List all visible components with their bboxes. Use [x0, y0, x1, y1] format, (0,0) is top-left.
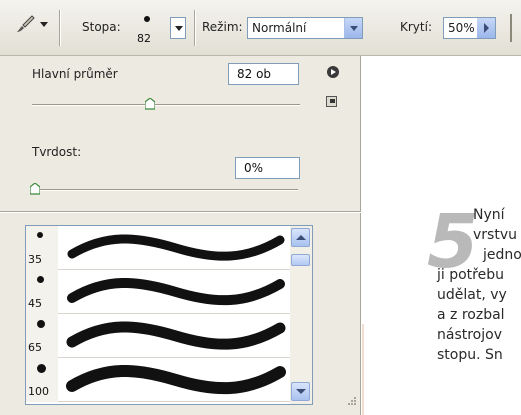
brush-stroke-preview: [67, 234, 285, 261]
hardness-field[interactable]: 0%: [235, 157, 300, 179]
diameter-value: 82 ob: [237, 67, 272, 81]
brush-tip-thumbnail: 35: [26, 226, 58, 270]
doc-text-line: vrstvu: [473, 227, 517, 243]
separator: [59, 10, 61, 46]
blend-mode-value: Normální: [252, 21, 307, 35]
stopa-label: Stopa:: [82, 20, 121, 34]
brush-preset-list[interactable]: 35 45 65 100: [25, 225, 313, 405]
scroll-thumb[interactable]: [291, 254, 310, 266]
diameter-field[interactable]: 82 ob: [228, 63, 299, 85]
brush-icon[interactable]: [14, 13, 36, 39]
options-bar: Stopa: 82 Režim: Normální Krytí: 50%: [0, 0, 521, 56]
brush-tip-thumbnail: 45: [26, 270, 58, 314]
doc-text-line: Nyní: [473, 207, 505, 223]
scrollbar[interactable]: [290, 226, 312, 404]
brush-tip-thumbnail: 100: [26, 358, 58, 402]
resize-grip-icon[interactable]: [343, 394, 357, 408]
brush-picker-panel: Hlavní průměr 82 ob Tvrdost: 0% 35 45 65 10…: [0, 56, 361, 415]
kryti-label: Krytí:: [400, 20, 432, 34]
doc-text-line: nástrojov: [437, 327, 502, 343]
brush-size-label: 35: [28, 253, 42, 266]
page-decoration: [362, 324, 364, 415]
scroll-up-button[interactable]: [291, 228, 310, 247]
panel-menu-icon[interactable]: [327, 66, 339, 78]
brush-tip-thumbnail: 65: [26, 314, 58, 358]
diameter-slider-thumb[interactable]: [144, 98, 155, 110]
divider: [0, 211, 361, 213]
hardness-label: Tvrdost:: [32, 145, 82, 159]
brush-preset-item[interactable]: 65: [26, 314, 290, 358]
brush-stroke-preview: [66, 364, 286, 395]
doc-text-line: jedno: [483, 247, 521, 263]
brush-tip-preview[interactable]: [144, 16, 150, 22]
brush-picker-button[interactable]: [170, 17, 186, 39]
brush-preset-item[interactable]: 35: [26, 226, 290, 270]
doc-text-line: stopu. Sn: [437, 347, 503, 363]
hardness-slider-track[interactable]: [30, 189, 298, 191]
rezim-label: Režim:: [202, 20, 243, 34]
opacity-flyout-button[interactable]: [477, 18, 495, 38]
opacity-value: 50%: [448, 21, 475, 35]
diameter-slider-track[interactable]: [32, 104, 300, 106]
tool-preset-dropdown[interactable]: [40, 22, 48, 27]
chevron-down-icon[interactable]: [344, 18, 362, 38]
brush-tip-dot: [37, 364, 46, 373]
brush-stroke-preview: [67, 277, 285, 306]
brush-size-label: 100: [28, 385, 49, 398]
separator: [510, 14, 512, 42]
brush-preset-item[interactable]: 45: [26, 270, 290, 314]
brush-preset-item[interactable]: 100: [26, 358, 290, 402]
hardness-slider-thumb[interactable]: [30, 183, 40, 195]
doc-text-line: a z rozbal: [437, 307, 505, 323]
brush-size-label: 65: [28, 341, 42, 354]
brush-tip-dot: [37, 232, 43, 238]
new-preset-icon[interactable]: [326, 96, 337, 107]
scroll-down-button[interactable]: [291, 382, 310, 401]
hardness-value: 0%: [244, 161, 264, 175]
doc-text-line: udělat, vy: [437, 287, 507, 303]
brush-tip-dot: [37, 320, 45, 328]
brush-stroke-preview: [66, 321, 286, 350]
brush-tip-dot: [37, 276, 44, 283]
brush-size-label: 45: [28, 297, 42, 310]
blend-mode-select[interactable]: Normální: [247, 17, 363, 39]
doc-text-line: ji potřebu: [437, 267, 504, 283]
diameter-label: Hlavní průměr: [32, 67, 118, 81]
separator: [194, 10, 196, 46]
brush-size-readout: 82: [137, 32, 151, 45]
